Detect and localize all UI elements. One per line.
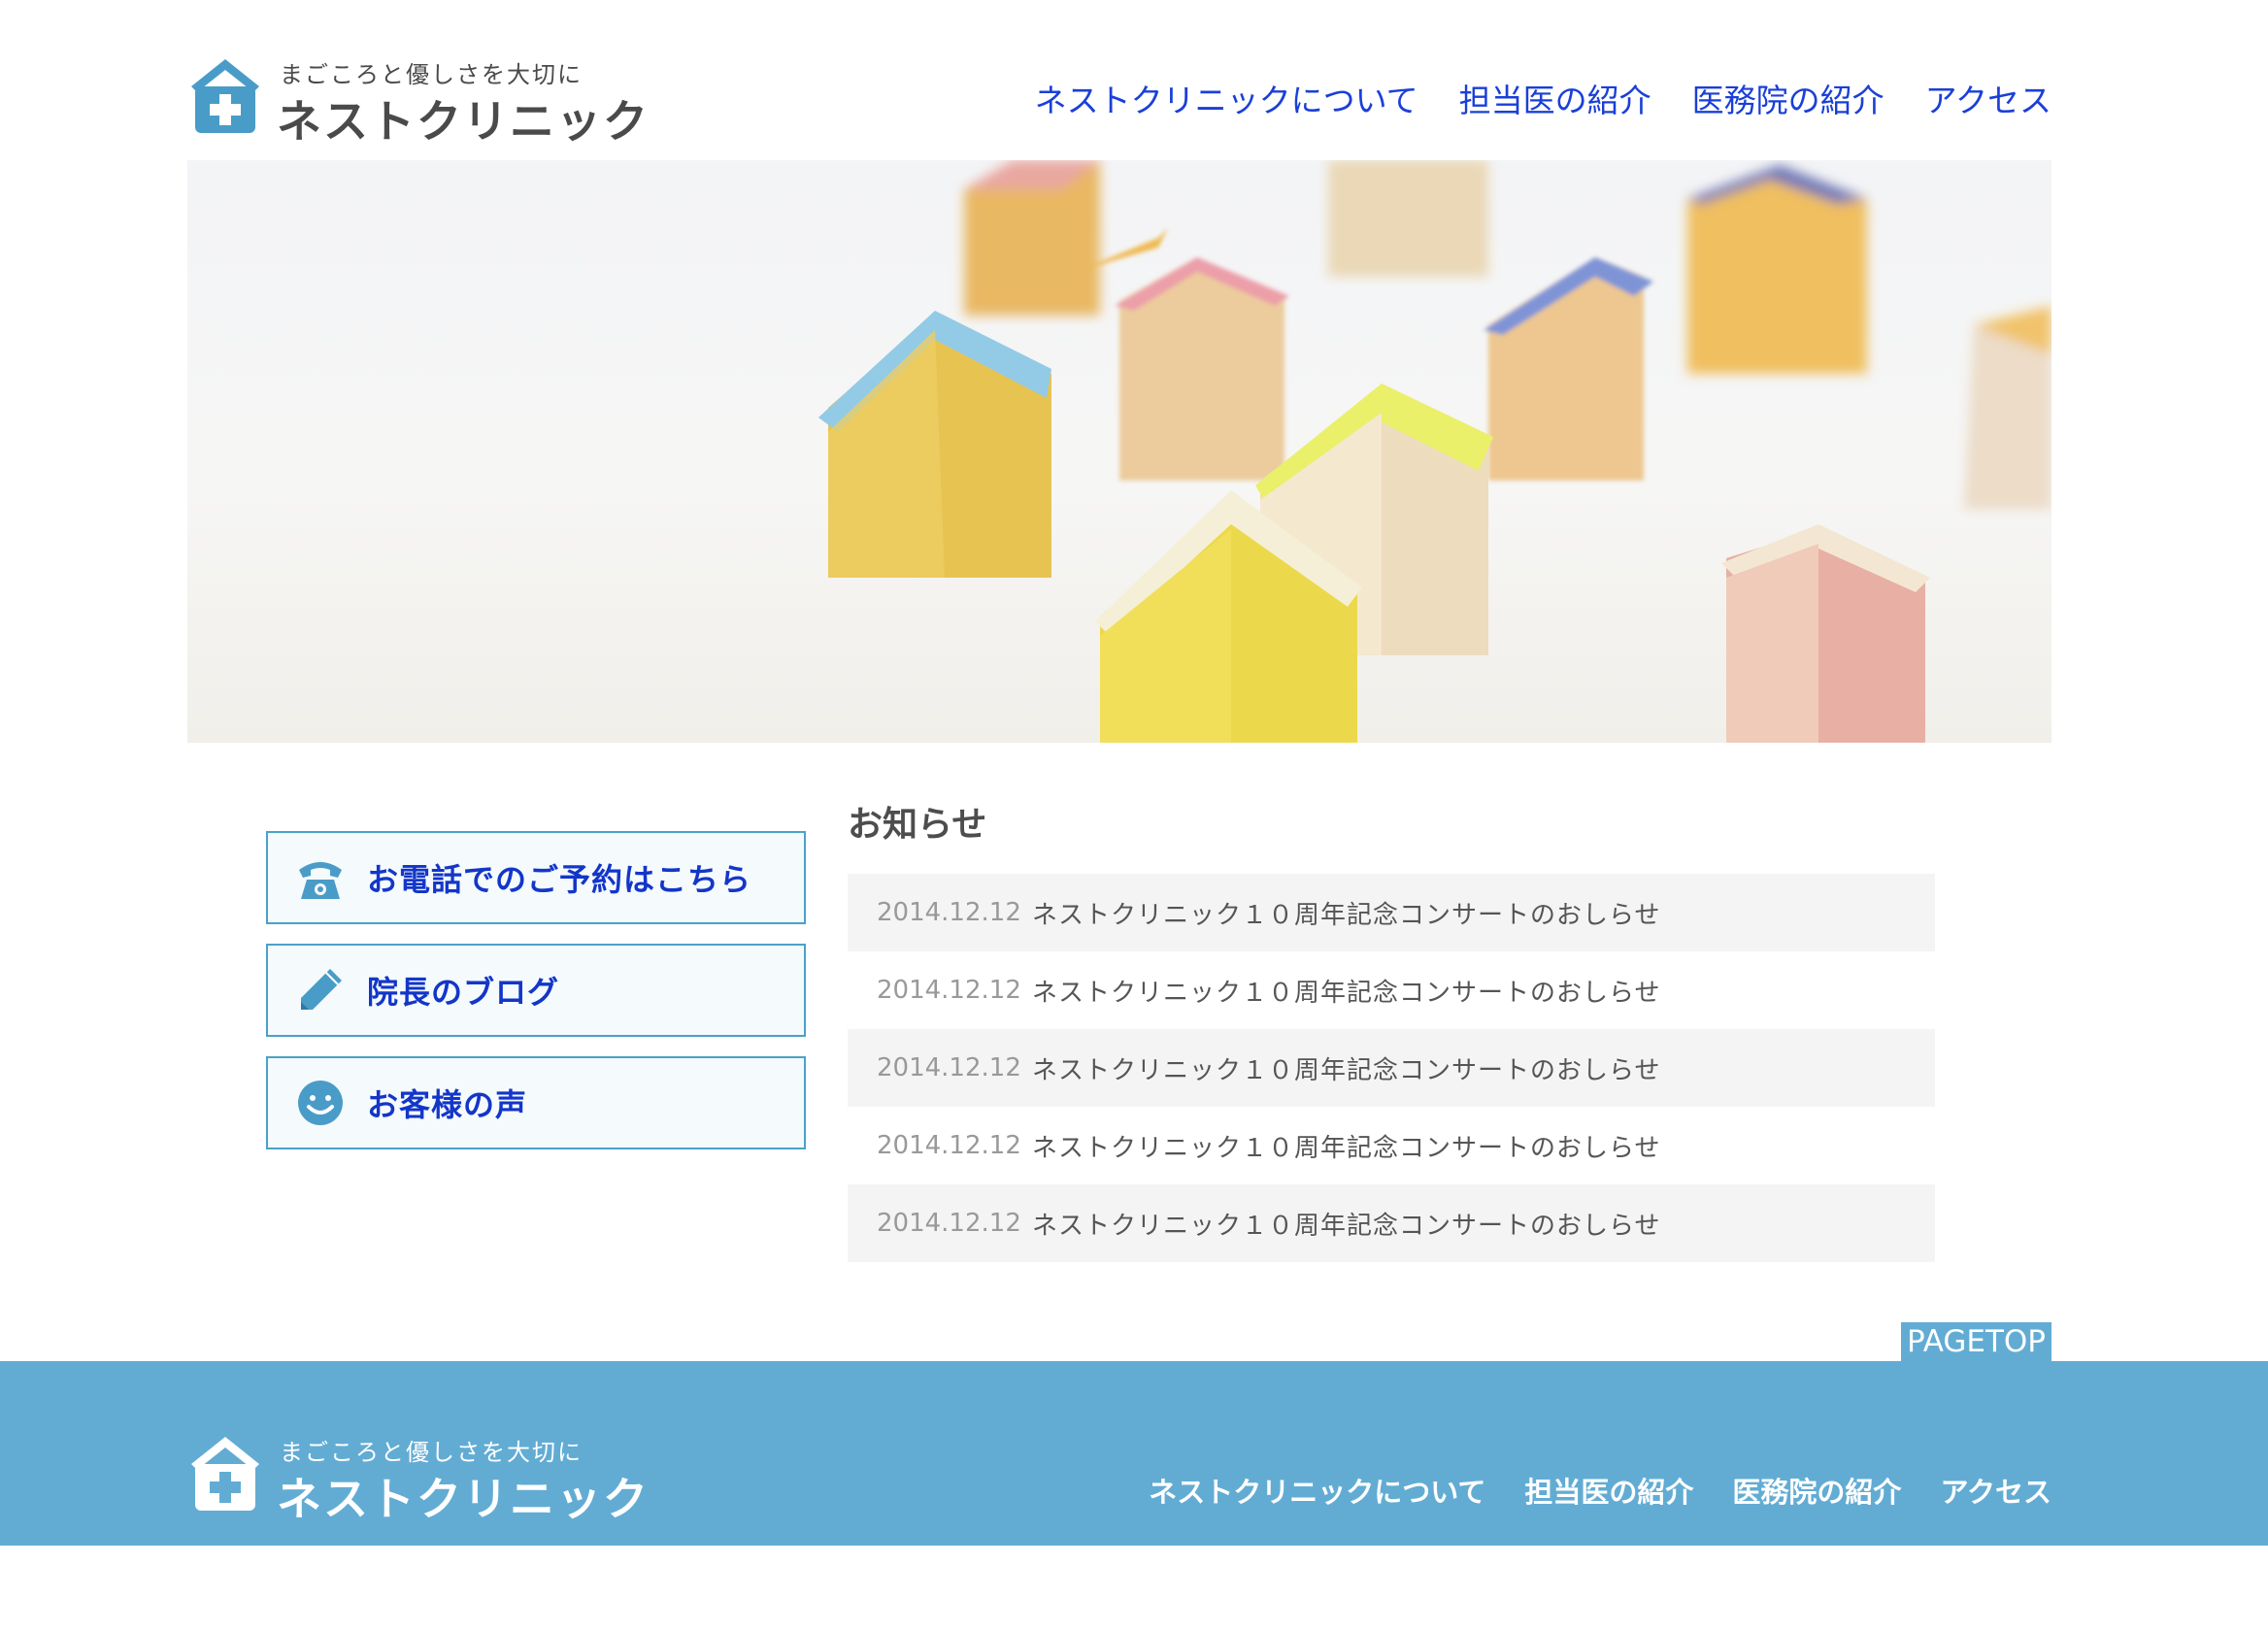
news-item[interactable]: 2014.12.12 ネストクリニック１０周年記念コンサートのおしらせ: [848, 951, 1935, 1029]
news-item[interactable]: 2014.12.12 ネストクリニック１０周年記念コンサートのおしらせ: [848, 1029, 1935, 1107]
site-header: まごころと優しさを大切に ネストクリニック ネストクリニックについて 担当医の紹…: [187, 53, 2051, 150]
director-blog-label: 院長のブログ: [367, 974, 560, 1011]
news-item[interactable]: 2014.12.12 ネストクリニック１０周年記念コンサートのおしらせ: [848, 1184, 1935, 1262]
phone-reservation-button[interactable]: お電話でのご予約はこちら: [266, 831, 806, 924]
main-nav: ネストクリニックについて 担当医の紹介 医務院の紹介 アクセス: [1035, 75, 2051, 121]
nav-doctors[interactable]: 担当医の紹介: [1459, 75, 1651, 121]
footer-logo-tagline: まごころと優しさを大切に: [280, 1439, 583, 1466]
news-date: 2014.12.12: [877, 1053, 1021, 1082]
nav-clinic[interactable]: 医務院の紹介: [1692, 75, 1884, 121]
footer-nav-access[interactable]: アクセス: [1940, 1470, 2051, 1511]
news-date: 2014.12.12: [877, 976, 1021, 1005]
wooden-houses-photo: [818, 160, 2051, 743]
footer-nav-clinic[interactable]: 医務院の紹介: [1732, 1470, 1901, 1511]
customer-voice-label: お客様の声: [367, 1086, 528, 1123]
footer-logo[interactable]: まごころと優しさを大切に ネストクリニック: [187, 1431, 648, 1525]
nav-about[interactable]: ネストクリニックについて: [1035, 75, 1418, 121]
hero-image: [187, 160, 2051, 743]
footer-logo-name: ネストクリニック: [277, 1473, 650, 1525]
news-text[interactable]: ネストクリニック１０周年記念コンサートのおしらせ: [1032, 895, 1660, 931]
house-cross-icon: [191, 59, 259, 133]
logo-name: ネストクリニック: [277, 95, 650, 148]
footer-nav-about[interactable]: ネストクリニックについて: [1149, 1470, 1485, 1511]
news-section: お知らせ 2014.12.12 ネストクリニック１０周年記念コンサートのおしらせ…: [848, 796, 1935, 1262]
sidebar: お電話でのご予約はこちら 院長のブログ お客様の声: [266, 831, 806, 1169]
logo-tagline: まごころと優しさを大切に: [280, 61, 583, 88]
news-text[interactable]: ネストクリニック１０周年記念コンサートのおしらせ: [1032, 973, 1660, 1009]
house-cross-icon: [191, 1437, 259, 1511]
news-text[interactable]: ネストクリニック１０周年記念コンサートのおしらせ: [1032, 1128, 1660, 1164]
news-date: 2014.12.12: [877, 1131, 1021, 1160]
site-logo[interactable]: まごころと優しさを大切に ネストクリニック: [187, 53, 648, 148]
pencil-icon: [301, 969, 342, 1010]
footer-nav-doctors[interactable]: 担当医の紹介: [1524, 1470, 1693, 1511]
news-text[interactable]: ネストクリニック１０周年記念コンサートのおしらせ: [1032, 1050, 1660, 1086]
site-footer: まごころと優しさを大切に ネストクリニック ネストクリニックについて 担当医の紹…: [0, 1361, 2268, 1546]
footer-nav: ネストクリニックについて 担当医の紹介 医務院の紹介 アクセス: [1149, 1470, 2051, 1511]
news-item[interactable]: 2014.12.12 ネストクリニック１０周年記念コンサートのおしらせ: [848, 874, 1935, 951]
phone-reservation-label: お電話でのご予約はこちら: [367, 861, 752, 898]
news-title: お知らせ: [848, 805, 987, 845]
director-blog-button[interactable]: 院長のブログ: [266, 944, 806, 1037]
news-date: 2014.12.12: [877, 1209, 1021, 1238]
pagetop-button[interactable]: PAGETOP: [1901, 1322, 2051, 1361]
telephone-icon: [299, 862, 342, 899]
news-item[interactable]: 2014.12.12 ネストクリニック１０周年記念コンサートのおしらせ: [848, 1107, 1935, 1184]
news-text[interactable]: ネストクリニック１０周年記念コンサートのおしらせ: [1032, 1206, 1660, 1242]
news-date: 2014.12.12: [877, 898, 1021, 927]
customer-voice-button[interactable]: お客様の声: [266, 1056, 806, 1149]
nav-access[interactable]: アクセス: [1925, 75, 2051, 121]
smiley-icon: [298, 1081, 343, 1125]
